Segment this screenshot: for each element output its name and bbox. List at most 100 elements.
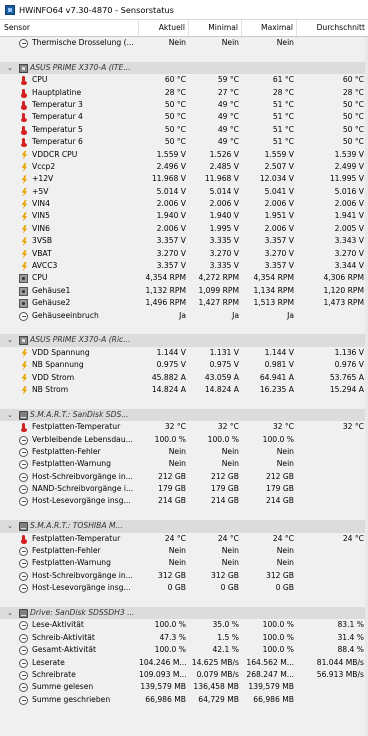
sensor-row[interactable]: Festplatten-Temperatur 24 °C 24 °C 24 °C 24 … [0,533,368,545]
sensor-row[interactable]: Host-Schreibvorgänge in... 212 GB 212 GB 21… [0,471,368,483]
sensor-row[interactable]: Gesamt-Aktivität 100.0 % 42.1 % 100.0 % 88.4… [0,644,368,656]
sensor-row[interactable]: Host-Lesevorgänge insg... 0 GB 0 GB 0 GB [0,582,368,594]
minimum-value: 3.270 V [209,248,239,258]
sensor-label: Leserate [32,657,65,667]
sensor-row[interactable]: Schreibrate 109.093 M... 0.079 MB/s 268.247… [0,669,368,681]
current-value: 1,132 RPM [145,285,186,295]
current-value: 0.975 V [156,360,186,370]
collapse-chevron-icon[interactable]: ⌄ [6,64,14,72]
average-value [297,37,368,49]
sensor-group-row[interactable]: ⌄ Drive: SanDisk SDSSDH3 ... [0,606,368,620]
collapse-chevron-icon[interactable]: ⌄ [6,522,14,530]
current-value: Nein [168,546,186,556]
sensor-group-row[interactable]: ⌄ S.M.A.R.T.: TOSHIBA M... [0,520,368,533]
sensor-row[interactable]: Host-Schreibvorgänge in... 312 GB 312 GB 31… [0,570,368,582]
average-value: 0.976 V [334,360,364,370]
sensor-row[interactable]: NAND-Schreibvorgänge i... 179 GB 179 GB 179… [0,483,368,495]
sensor-row[interactable]: Schreib-Aktivität 47.3 % 1.5 % 100.0 % 31.4 … [0,632,368,644]
sensor-row[interactable]: +5V 5.014 V 5.014 V 5.041 V 5.016 V [0,186,368,198]
sensor-label: VDDCR CPU [32,149,78,159]
sensor-row[interactable]: Thermische Drosselung (... Nein Nein Nein [0,37,368,49]
collapse-chevron-icon[interactable]: ⌄ [6,411,14,419]
lightning-bolt-icon [20,250,29,259]
minimum-value: 49 °C [217,124,239,134]
sensor-row[interactable]: Temperatur 4 50 °C 49 °C 51 °C 50 °C [0,111,368,123]
sensor-name-cell: NAND-Schreibvorgänge i... [0,483,139,495]
sensor-row[interactable]: Temperatur 5 50 °C 49 °C 51 °C 50 °C [0,124,368,136]
column-minimum[interactable]: Minimal [189,20,242,36]
thermometer-icon [19,125,28,135]
current-value: 100.0 % [154,645,186,655]
sensor-row[interactable]: VIN4 2.006 V 2.006 V 2.006 V 2.006 V [0,198,368,210]
lightning-bolt-icon [20,175,29,184]
sensor-row[interactable]: Temperatur 3 50 °C 49 °C 51 °C 50 °C [0,99,368,111]
sensor-row[interactable]: Vccp2 2.496 V 2.485 V 2.507 V 2.499 V [0,161,368,173]
sensor-row[interactable]: Lese-Aktivität 100.0 % 35.0 % 100.0 % 83.1 % [0,619,368,631]
sensor-row[interactable]: Festplatten-Fehler Nein Nein Nein [0,545,368,557]
sensor-label: Summe gelesen [32,682,94,692]
sensor-row[interactable]: +12V 11.968 V 11.968 V 12.034 V 11.995 V [0,173,368,185]
average-value: 53.765 A [329,372,364,382]
sensor-row[interactable]: CPU 60 °C 59 °C 61 °C 60 °C [0,74,368,86]
sensor-row[interactable]: Hauptplatine 28 °C 27 °C 28 °C 28 °C [0,87,368,99]
sensor-row[interactable]: CPU 4,354 RPM 4,272 RPM 4,354 RPM 4,306 RPM [0,272,368,284]
sensor-row[interactable]: Festplatten-Warnung Nein Nein Nein [0,557,368,569]
collapse-chevron-icon[interactable]: ⌄ [6,609,14,617]
sensor-row[interactable]: AVCC3 3.357 V 3.335 V 3.357 V 3.344 V [0,260,368,272]
sensor-label: Festplatten-Fehler [32,546,101,556]
sensor-row[interactable]: Festplatten-Temperatur 32 °C 32 °C 32 °C 32 … [0,421,368,433]
status-icon [19,311,28,321]
sensor-group-row[interactable]: ⌄ ASUS PRIME X370-A (ITE... [0,61,368,75]
sensor-name-cell: Leserate [0,657,139,669]
sensor-row[interactable]: Gehäuse2 1,496 RPM 1,427 RPM 1,513 RPM 1,473… [0,297,368,309]
collapse-chevron-icon[interactable]: ⌄ [6,336,14,344]
column-sensor[interactable]: Sensor [0,20,139,36]
sensor-row[interactable]: VDD Strom 45.882 A 43.059 A 64.941 A 53.765 … [0,372,368,384]
sensor-row[interactable]: VBAT 3.270 V 3.270 V 3.270 V 3.270 V [0,248,368,260]
current-value: 3.357 V [156,261,186,271]
maximum-value: 1.144 V [264,347,294,357]
current-value: 60 °C [164,75,186,85]
sensor-row[interactable]: VDD Spannung 1.144 V 1.131 V 1.144 V 1.136 V [0,347,368,359]
sensor-row[interactable]: VIN6 2.006 V 1.995 V 2.006 V 2.005 V [0,223,368,235]
column-current[interactable]: Aktuell [139,20,189,36]
maximum-value: 2.006 V [264,199,294,209]
sensor-row[interactable]: Gehäuseeinbruch Ja Ja Ja [0,310,368,322]
sensor-row[interactable]: Leserate 104.246 M... 14.625 MB/s 164.562 M… [0,657,368,669]
average-value: 3.344 V [334,261,364,271]
average-value: 2.006 V [334,199,364,209]
maximum-value: 61 °C [272,75,294,85]
sensor-row[interactable]: Gehäuse1 1,132 RPM 1,099 RPM 1,134 RPM 1,120… [0,285,368,297]
sensor-name-cell: Verbleibende Lebensdau... [0,434,139,446]
sensor-row[interactable]: Verbleibende Lebensdau... 100.0 % 100.0 % 1… [0,434,368,446]
current-value: 32 °C [164,422,186,432]
sensor-row[interactable]: NB Strom 14.824 A 14.824 A 16.235 A 15.294 A [0,384,368,396]
maximum-value: 5.041 V [264,186,294,196]
sensor-row[interactable]: Festplatten-Warnung Nein Nein Nein [0,458,368,470]
minimum-value: 49 °C [217,112,239,122]
average-value: 32 °C [342,422,364,432]
sensor-name-cell: Host-Lesevorgänge insg... [0,495,139,507]
sensor-row[interactable]: Host-Lesevorgänge insg... 214 GB 214 GB 214… [0,495,368,507]
disk-drive-icon [19,608,28,618]
average-value: 60 °C [342,75,364,85]
current-value: 11.968 V [151,174,186,184]
sensor-row[interactable]: Festplatten-Fehler Nein Nein Nein [0,446,368,458]
current-value [139,520,189,532]
sensor-row[interactable]: VIN5 1.940 V 1.940 V 1.951 V 1.941 V [0,210,368,222]
sensor-row[interactable]: 3VSB 3.357 V 3.335 V 3.357 V 3.343 V [0,235,368,247]
sensor-row[interactable]: NB Spannung 0.975 V 0.975 V 0.981 V 0.976 V [0,359,368,371]
sensor-row[interactable]: VDDCR CPU 1.559 V 1.526 V 1.559 V 1.539 V [0,149,368,161]
sensor-label: +12V [32,174,54,184]
sensor-name-cell: Summe gelesen [0,681,139,693]
column-average[interactable]: Durchschnitt [297,20,368,36]
sensor-name-cell: Festplatten-Fehler [0,446,139,458]
sensor-name-cell: Host-Schreibvorgänge in... [0,570,139,582]
sensor-row[interactable]: Summe geschrieben 66,986 MB 64,729 MB 66,98… [0,694,368,706]
sensor-group-row[interactable]: ⌄ S.M.A.R.T.: SanDisk SDS... [0,408,368,422]
minimum-value: 1.995 V [209,223,239,233]
sensor-group-row[interactable]: ⌄ ASUS PRIME X370-A (Ric... [0,334,368,347]
sensor-row[interactable]: Summe gelesen 139,579 MB 136,458 MB 139,579… [0,681,368,693]
sensor-row[interactable]: Temperatur 6 50 °C 49 °C 51 °C 50 °C [0,136,368,148]
column-maximum[interactable]: Maximal [242,20,297,36]
